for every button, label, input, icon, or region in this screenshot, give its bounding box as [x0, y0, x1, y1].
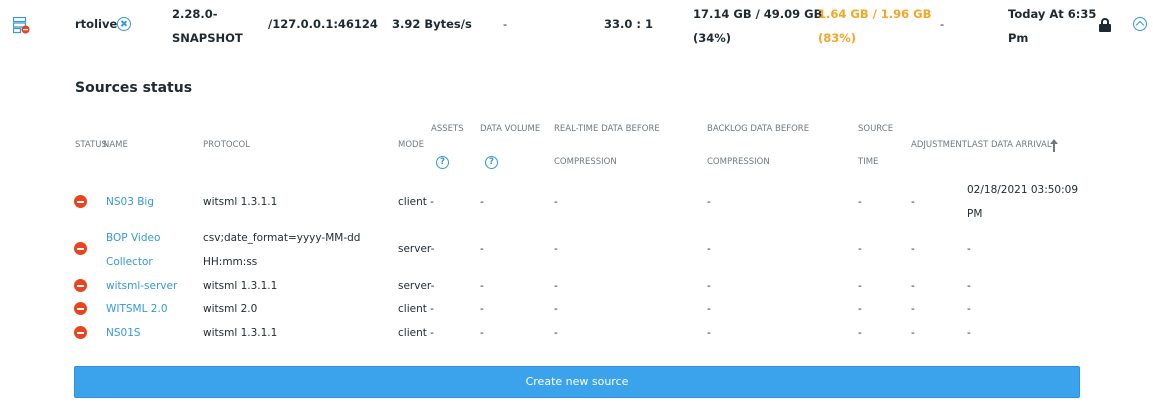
table-row: WITSML 2.0 witsml 2.0 client - - - - - -…: [0, 297, 1153, 321]
source-protocol-line1: csv;date_format=yyyy-MM-dd: [203, 232, 361, 244]
source-backlog: -: [707, 196, 711, 208]
server-disk-line1: 17.14 GB / 49.09 GB: [693, 7, 823, 21]
table-row: BOP Video Collector csv;date_format=yyyy…: [0, 226, 1153, 274]
source-backlog: -: [707, 327, 711, 339]
table-row: witsml-server witsml 1.3.1.1 server- - -…: [0, 274, 1153, 298]
source-name-link[interactable]: witsml-server: [106, 274, 177, 298]
source-name-link-line2[interactable]: Collector: [106, 250, 153, 274]
source-last-arrival-line1: 02/18/2021 03:50:09: [967, 184, 1079, 196]
server-ratio: 33.0 : 1: [604, 17, 653, 31]
source-realtime: -: [554, 280, 558, 292]
source-time: -: [858, 243, 862, 255]
source-name-link-line1[interactable]: BOP Video: [106, 226, 160, 250]
source-backlog: -: [707, 243, 711, 255]
source-mode: server-: [398, 243, 435, 255]
table-row: NS03 Big witsml 1.3.1.1 client - - - - -…: [0, 178, 1153, 226]
source-time: -: [858, 303, 862, 315]
server-error-icon: [13, 17, 30, 34]
error-status-icon: [74, 279, 87, 292]
source-data-volume: -: [480, 327, 484, 339]
source-last-arrival: -: [967, 280, 971, 292]
sources-status-title: Sources status: [75, 80, 193, 96]
header-name[interactable]: NAME: [103, 139, 128, 151]
header-last-arrival[interactable]: LAST DATA ARRIVAL: [967, 139, 1052, 151]
chevron-up-circle-icon[interactable]: [1133, 17, 1147, 31]
source-data-volume: -: [480, 196, 484, 208]
header-source-time-line1[interactable]: SOURCE: [858, 123, 893, 135]
source-adjustment: -: [911, 280, 915, 292]
header-protocol[interactable]: PROTOCOL: [203, 139, 250, 151]
source-data-volume: -: [480, 280, 484, 292]
source-time: -: [858, 280, 862, 292]
lock-icon[interactable]: [1099, 18, 1111, 32]
header-data-volume[interactable]: DATA VOLUME: [480, 123, 540, 135]
source-name-link[interactable]: NS03 Big: [106, 190, 154, 214]
server-rate: 3.92 Bytes/s: [392, 17, 472, 31]
server-version-line2: SNAPSHOT: [172, 31, 243, 45]
source-last-arrival: -: [967, 243, 971, 255]
source-protocol: witsml 1.3.1.1: [203, 280, 278, 292]
source-data-volume: -: [480, 243, 484, 255]
server-dash-2: -: [940, 17, 945, 31]
source-last-arrival: -: [967, 327, 971, 339]
source-last-arrival: -: [967, 303, 971, 315]
source-name-link[interactable]: NS01S: [106, 321, 141, 345]
source-protocol: witsml 1.3.1.1: [203, 327, 278, 339]
source-name-link[interactable]: WITSML 2.0: [106, 297, 168, 321]
header-adjustment[interactable]: ADJUSTMENT: [911, 139, 967, 151]
source-time: -: [858, 196, 862, 208]
source-last-arrival-line2: PM: [967, 208, 983, 220]
error-status-icon: [74, 326, 87, 339]
data-volume-help-icon[interactable]: ?: [485, 156, 498, 169]
source-protocol-line2: HH:mm:ss: [203, 256, 258, 268]
create-new-source-button[interactable]: Create new source: [74, 366, 1080, 398]
source-adjustment: -: [911, 303, 915, 315]
error-status-icon: [74, 302, 87, 315]
header-backlog-line2[interactable]: COMPRESSION: [707, 156, 770, 168]
sort-arrow-up-icon[interactable]: [1049, 139, 1059, 152]
source-data-volume: -: [480, 303, 484, 315]
source-mode: client -: [398, 303, 434, 315]
error-status-icon: [74, 195, 87, 208]
table-row: NS01S witsml 1.3.1.1 client - - - - - - …: [0, 321, 1153, 345]
header-realtime-line1[interactable]: REAL-TIME DATA BEFORE: [554, 123, 660, 135]
source-backlog: -: [707, 303, 711, 315]
header-source-time-line2[interactable]: TIME: [858, 156, 878, 168]
source-mode: client -: [398, 196, 434, 208]
source-adjustment: -: [911, 243, 915, 255]
source-realtime: -: [554, 243, 558, 255]
server-name: rtolive: [75, 17, 118, 31]
source-adjustment: -: [911, 196, 915, 208]
server-time-line1: Today At 6:35: [1008, 7, 1097, 21]
header-realtime-line2[interactable]: COMPRESSION: [554, 156, 617, 168]
assets-help-icon[interactable]: ?: [436, 156, 449, 169]
server-address: /127.0.0.1:46124: [268, 17, 378, 31]
server-memory-line2: (83%): [818, 31, 857, 45]
source-mode: server-: [398, 280, 435, 292]
error-status-icon: [74, 242, 87, 255]
header-backlog-line1[interactable]: BACKLOG DATA BEFORE: [707, 123, 809, 135]
source-realtime: -: [554, 196, 558, 208]
source-backlog: -: [707, 280, 711, 292]
server-time-line2: Pm: [1008, 31, 1029, 45]
close-circle-icon[interactable]: [117, 17, 131, 31]
source-protocol: witsml 2.0: [203, 303, 258, 315]
header-mode[interactable]: MODE: [398, 139, 424, 151]
source-realtime: -: [554, 327, 558, 339]
server-version-line1: 2.28.0-: [172, 7, 218, 21]
server-dash-1: -: [503, 17, 508, 31]
source-time: -: [858, 327, 862, 339]
server-summary-row: rtolive 2.28.0- SNAPSHOT /127.0.0.1:4612…: [0, 0, 1153, 52]
header-assets[interactable]: ASSETS: [431, 123, 464, 135]
server-disk-line2: (34%): [693, 31, 732, 45]
source-protocol: witsml 1.3.1.1: [203, 196, 278, 208]
source-realtime: -: [554, 303, 558, 315]
source-mode: client -: [398, 327, 434, 339]
server-memory-line1: 1.64 GB / 1.96 GB: [818, 7, 932, 21]
source-adjustment: -: [911, 327, 915, 339]
